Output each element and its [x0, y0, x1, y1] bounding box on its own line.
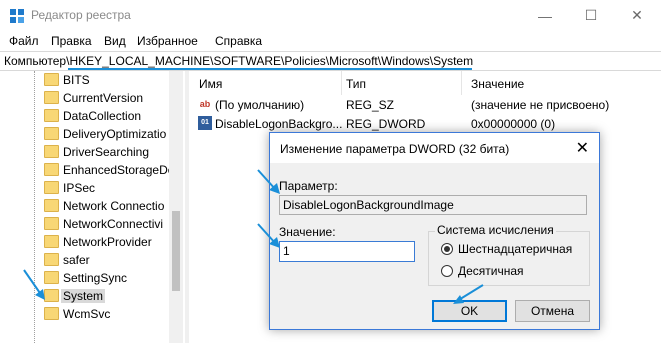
tree-item-network-connections[interactable]: Network Connectio: [44, 197, 184, 215]
edit-dword-dialog: Изменение параметра DWORD (32 бита) ✕ Па…: [269, 132, 600, 330]
tree-item-enhancedstorage[interactable]: EnhancedStorageDe: [44, 161, 184, 179]
close-button[interactable]: ✕: [614, 0, 660, 31]
tree-item-networkprovider[interactable]: NetworkProvider: [44, 233, 184, 251]
value-row-disablelogonbackground[interactable]: 01 DisableLogonBackgro... REG_DWORD 0x00…: [189, 115, 661, 133]
folder-icon: [44, 199, 59, 212]
menu-view[interactable]: Вид: [104, 34, 126, 48]
radio-decimal-label[interactable]: Десятичная: [458, 264, 524, 278]
cancel-button[interactable]: Отмена: [515, 300, 590, 322]
key-tree[interactable]: BITS CurrentVersion DataCollection Deliv…: [0, 71, 184, 343]
registry-editor-icon: [10, 9, 24, 23]
tree-item-label: CurrentVersion: [63, 91, 144, 105]
value-data: 0x00000000 (0): [471, 117, 556, 131]
radio-hexadecimal[interactable]: [441, 243, 453, 255]
folder-icon: [44, 253, 59, 266]
menu-file[interactable]: Файл: [9, 34, 39, 48]
tree-item-label: WcmSvc: [63, 307, 111, 321]
dword-value-icon: 01: [198, 116, 212, 130]
folder-icon: [44, 109, 59, 122]
annotation-arrow-icon: [257, 223, 280, 248]
folder-icon: [44, 145, 59, 158]
dialog-title: Изменение параметра DWORD (32 бита): [280, 142, 510, 156]
tree-item-label: IPSec: [63, 181, 96, 195]
address-highlight-underline: [68, 68, 472, 70]
tree-item-networkconnectivity[interactable]: NetworkConnectivi: [44, 215, 184, 233]
tree-item-label: NetworkProvider: [63, 235, 152, 249]
tree-item-safer[interactable]: safer: [44, 251, 184, 269]
folder-icon: [44, 181, 59, 194]
tree-item-datacollection[interactable]: DataCollection: [44, 107, 184, 125]
annotation-arrow-icon: [23, 269, 45, 300]
folder-icon: [44, 73, 59, 86]
tree-scrollbar[interactable]: [169, 71, 183, 343]
menu-help[interactable]: Справка: [215, 34, 262, 48]
tree-item-system[interactable]: System: [44, 287, 184, 305]
address-text: Компьютер\HKEY_LOCAL_MACHINE\SOFTWARE\Po…: [4, 54, 473, 68]
tree-guide-line: [34, 71, 35, 343]
column-header-value[interactable]: Значение: [471, 77, 524, 91]
title-bar: Редактор реестра — ☐ ✕: [0, 0, 661, 31]
menu-favorites[interactable]: Избранное: [137, 34, 198, 48]
value-input[interactable]: 1: [279, 241, 415, 262]
folder-icon: [44, 307, 59, 320]
tree-item-settingsync[interactable]: SettingSync: [44, 269, 184, 287]
value-name: (По умолчанию): [215, 98, 305, 112]
menu-edit[interactable]: Правка: [51, 34, 92, 48]
tree-item-label: DriverSearching: [63, 145, 150, 159]
value-row-default[interactable]: ab (По умолчанию) REG_SZ (значение не пр…: [189, 96, 661, 114]
menu-bar: Файл Правка Вид Избранное Справка: [0, 31, 661, 51]
tree-item-driversearching[interactable]: DriverSearching: [44, 143, 184, 161]
folder-icon: [44, 235, 59, 248]
tree-item-label: EnhancedStorageDe: [63, 163, 175, 177]
tree-item-label: SettingSync: [63, 271, 128, 285]
tree-item-label: BITS: [63, 73, 90, 87]
window-title: Редактор реестра: [31, 8, 131, 22]
parameter-name-field: DisableLogonBackgroundImage: [279, 195, 587, 215]
radio-hexadecimal-label[interactable]: Шестнадцатеричная: [458, 242, 572, 256]
tree-scrollbar-thumb[interactable]: [172, 211, 180, 291]
tree-item-label: DeliveryOptimizatio: [63, 127, 167, 141]
folder-icon: [44, 163, 59, 176]
value-type: REG_SZ: [346, 98, 395, 112]
tree-item-currentversion[interactable]: CurrentVersion: [44, 89, 184, 107]
tree-item-ipsec[interactable]: IPSec: [44, 179, 184, 197]
value-data: (значение не присвоено): [471, 98, 610, 112]
address-prefix: Компьютер\: [4, 54, 70, 68]
tree-item-label: safer: [63, 253, 90, 267]
tree-item-label: System: [61, 289, 106, 303]
folder-icon: [44, 217, 59, 230]
tree-item-label: DataCollection: [63, 109, 142, 123]
minimize-button[interactable]: —: [522, 0, 568, 31]
tree-item-deliveryoptimization[interactable]: DeliveryOptimizatio: [44, 125, 184, 143]
value-type: REG_DWORD: [346, 117, 426, 131]
tree-item-label: Network Connectio: [63, 199, 165, 213]
radio-decimal[interactable]: [441, 265, 453, 277]
folder-icon: [44, 127, 59, 140]
tree-item-wcmsvc[interactable]: WcmSvc: [44, 305, 184, 323]
tree-item-bits[interactable]: BITS: [44, 71, 184, 89]
string-value-icon: ab: [199, 99, 211, 109]
value-name: DisableLogonBackgro...: [215, 117, 343, 131]
dialog-title-bar: Изменение параметра DWORD (32 бита) ✕: [270, 133, 599, 163]
parameter-label: Параметр:: [279, 179, 338, 193]
number-base-label: Система исчисления: [435, 223, 556, 237]
maximize-button[interactable]: ☐: [568, 0, 614, 31]
dialog-close-icon[interactable]: ✕: [576, 138, 589, 158]
value-label: Значение:: [279, 225, 336, 239]
column-header-name[interactable]: Имя: [199, 77, 222, 91]
column-separator[interactable]: [461, 71, 462, 95]
column-header-type[interactable]: Тип: [346, 77, 366, 91]
annotation-arrow-icon: [453, 284, 484, 304]
annotation-arrow-icon: [257, 169, 280, 194]
tree-item-label: NetworkConnectivi: [63, 217, 164, 231]
column-separator[interactable]: [341, 71, 342, 95]
folder-icon: [44, 91, 59, 104]
address-path: HKEY_LOCAL_MACHINE\SOFTWARE\Policies\Mic…: [69, 54, 474, 68]
address-bar[interactable]: Компьютер\HKEY_LOCAL_MACHINE\SOFTWARE\Po…: [0, 51, 661, 71]
